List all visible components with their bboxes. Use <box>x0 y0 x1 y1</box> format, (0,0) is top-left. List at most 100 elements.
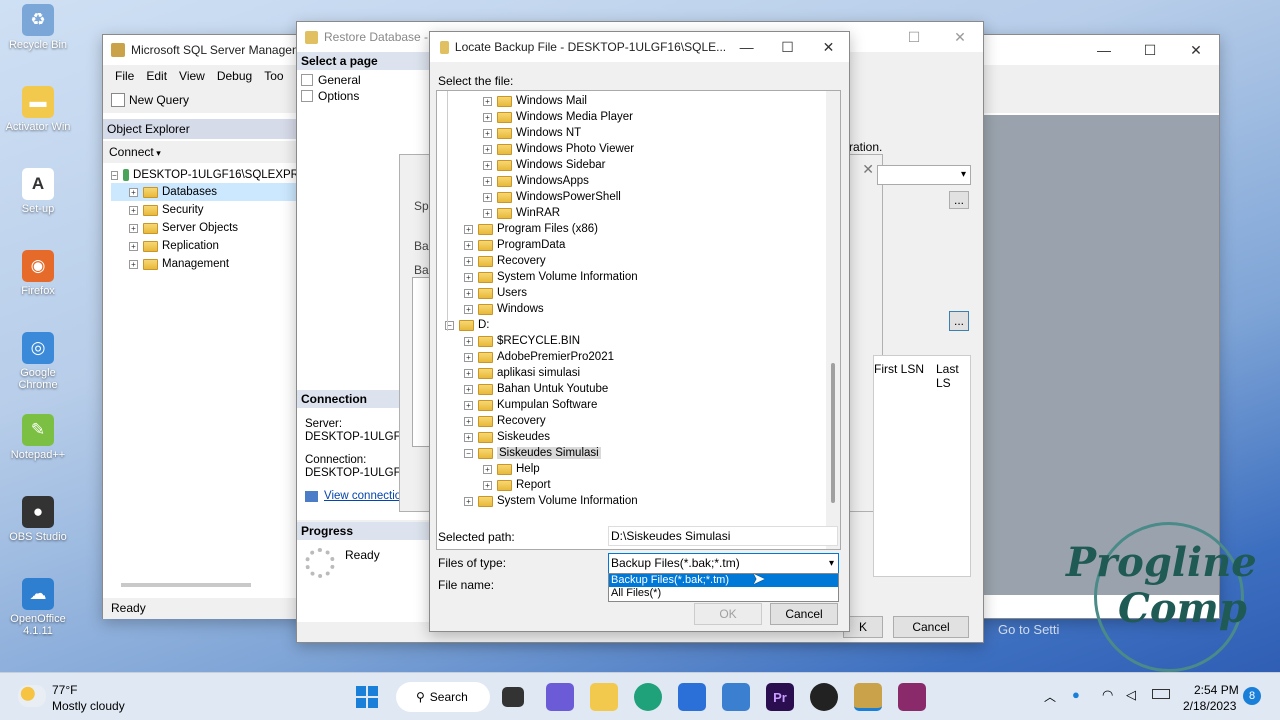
expand-icon[interactable]: + <box>483 144 492 154</box>
expand-icon[interactable]: + <box>464 352 473 362</box>
file-tree-scroll-thumb[interactable] <box>831 363 835 503</box>
restore-maximize-button[interactable]: ☐ <box>891 22 937 52</box>
expand-icon[interactable]: + <box>483 192 492 202</box>
file-tree-node[interactable]: + System Volume Information <box>437 493 840 509</box>
file-tree-node[interactable]: + ProgramData <box>437 237 840 253</box>
premiere-pro-icon[interactable]: Pr <box>766 683 794 711</box>
weather-desc[interactable]: Mostly cloudy <box>52 699 125 713</box>
expand-icon[interactable]: + <box>129 187 138 197</box>
file-tree-node[interactable]: + Program Files (x86) <box>437 221 840 237</box>
view-connection-link[interactable]: View connectio <box>324 490 401 503</box>
expand-icon[interactable]: + <box>483 160 492 170</box>
weather-icon[interactable] <box>18 685 46 707</box>
file-tree-node[interactable]: + Windows Sidebar <box>437 157 840 173</box>
obs-taskbar-icon[interactable] <box>810 683 838 711</box>
collapse-icon[interactable]: − <box>111 170 118 180</box>
expand-icon[interactable]: + <box>129 259 138 269</box>
menu-item[interactable]: View <box>173 69 211 83</box>
battery-icon[interactable] <box>1152 689 1170 699</box>
ssms-maximize-button[interactable]: ☐ <box>1127 35 1173 65</box>
expand-icon[interactable]: + <box>483 128 492 138</box>
expand-icon[interactable]: + <box>483 96 492 106</box>
expand-icon[interactable]: + <box>129 241 138 251</box>
desktop-icon-0[interactable]: ♻ Recycle Bin <box>0 4 76 51</box>
expand-icon[interactable]: + <box>129 205 138 215</box>
menu-item[interactable]: File <box>109 69 140 83</box>
file-tree-node[interactable]: + Bahan Untuk Youtube <box>437 381 840 397</box>
file-tree-node[interactable]: + WindowsPowerShell <box>437 189 840 205</box>
file-tree[interactable]: + Windows Mail + Windows Media Player + Windo… <box>436 90 841 550</box>
restore-dropdown[interactable]: ▾ <box>877 165 971 185</box>
search-box[interactable]: ⚲ Search <box>396 682 490 712</box>
chevron-down-icon[interactable]: ▾ <box>154 148 161 158</box>
menu-item[interactable]: Too <box>258 69 289 83</box>
chat-icon[interactable] <box>546 683 574 711</box>
file-tree-node[interactable]: + Users <box>437 285 840 301</box>
restore-cancel-button[interactable]: Cancel <box>893 616 969 638</box>
desktop-icon-7[interactable]: ☁ OpenOffice 4.1.11 <box>0 578 76 637</box>
expand-icon[interactable]: + <box>464 400 473 410</box>
new-query-button[interactable]: New Query <box>129 93 189 107</box>
object-explorer-node[interactable]: + Databases <box>111 183 299 201</box>
connect-button[interactable]: Connect <box>109 145 154 159</box>
expand-icon[interactable]: + <box>483 112 492 122</box>
expand-icon[interactable]: + <box>464 432 473 442</box>
ssms-minimize-button[interactable]: — <box>1081 35 1127 65</box>
page-item[interactable]: General <box>301 72 429 88</box>
file-tree-node[interactable]: + Recovery <box>437 253 840 269</box>
expand-icon[interactable]: + <box>464 496 473 506</box>
object-explorer-node[interactable]: + Management <box>111 255 299 273</box>
expand-icon[interactable]: + <box>483 480 492 490</box>
ssms-close-button[interactable]: ✕ <box>1173 35 1219 65</box>
desktop-icon-2[interactable]: A Set-up <box>0 168 76 215</box>
task-view-icon[interactable] <box>502 687 524 707</box>
clock-time[interactable]: 2:54 PM <box>1194 683 1239 697</box>
file-tree-node[interactable]: + Recovery <box>437 413 840 429</box>
file-explorer-icon[interactable] <box>590 683 618 711</box>
object-explorer-node[interactable]: + Security <box>111 201 299 219</box>
file-tree-node[interactable]: + Windows Photo Viewer <box>437 141 840 157</box>
locate-ok-button[interactable]: OK <box>694 603 762 625</box>
file-tree-node[interactable]: + WinRAR <box>437 205 840 221</box>
file-tree-node[interactable]: − D: <box>437 317 840 333</box>
expand-icon[interactable]: + <box>483 176 492 186</box>
file-tree-node[interactable]: + Windows <box>437 301 840 317</box>
wifi-icon[interactable]: ◠ <box>1102 687 1113 703</box>
locate-backup-file-dialog[interactable]: Locate Backup File - DESKTOP-1ULGF16\SQL… <box>429 31 850 632</box>
menu-item[interactable]: Debug <box>211 69 258 83</box>
selected-path-field[interactable]: D:\Siskeudes Simulasi <box>608 526 838 546</box>
notification-badge[interactable]: 8 <box>1243 687 1261 705</box>
clock-date[interactable]: 2/18/2023 <box>1183 699 1236 713</box>
chevron-up-icon[interactable]: ︿ <box>1044 688 1056 705</box>
file-tree-scrollbar[interactable] <box>826 91 840 549</box>
menu-item[interactable]: Edit <box>140 69 173 83</box>
desktop-icon-6[interactable]: ● OBS Studio <box>0 496 76 543</box>
expand-icon[interactable]: + <box>464 304 473 314</box>
locate-close-button[interactable]: ✕ <box>808 32 849 62</box>
expand-icon[interactable]: + <box>464 368 473 378</box>
dropdown-option-all-files[interactable]: All Files(*) <box>609 587 838 600</box>
collapse-icon[interactable]: − <box>464 448 473 458</box>
inner-close-button[interactable]: ✕ <box>862 161 874 178</box>
page-item[interactable]: Options <box>301 88 429 104</box>
expand-icon[interactable]: + <box>464 240 473 250</box>
expand-icon[interactable]: + <box>464 256 473 266</box>
expand-icon[interactable]: + <box>464 336 473 346</box>
locate-titlebar[interactable]: Locate Backup File - DESKTOP-1ULGF16\SQL… <box>430 32 849 62</box>
file-tree-node[interactable]: + Kumpulan Software <box>437 397 840 413</box>
file-tree-node[interactable]: + AdobePremierPro2021 <box>437 349 840 365</box>
microphone-icon[interactable]: ● <box>1072 687 1080 702</box>
file-tree-node[interactable]: + System Volume Information <box>437 269 840 285</box>
restore-browse-button-2[interactable]: ... <box>949 311 969 331</box>
expand-icon[interactable]: + <box>464 288 473 298</box>
locate-cancel-button[interactable]: Cancel <box>770 603 838 625</box>
expand-icon[interactable]: + <box>464 384 473 394</box>
microsoft-store-icon[interactable] <box>678 683 706 711</box>
expand-icon[interactable]: + <box>464 416 473 426</box>
file-tree-node[interactable]: + Windows NT <box>437 125 840 141</box>
start-button[interactable] <box>356 686 378 708</box>
file-tree-node[interactable]: + WindowsApps <box>437 173 840 189</box>
file-tree-node[interactable]: − Siskeudes Simulasi <box>437 445 840 461</box>
expand-icon[interactable]: + <box>464 272 473 282</box>
object-explorer-node[interactable]: + Server Objects <box>111 219 299 237</box>
